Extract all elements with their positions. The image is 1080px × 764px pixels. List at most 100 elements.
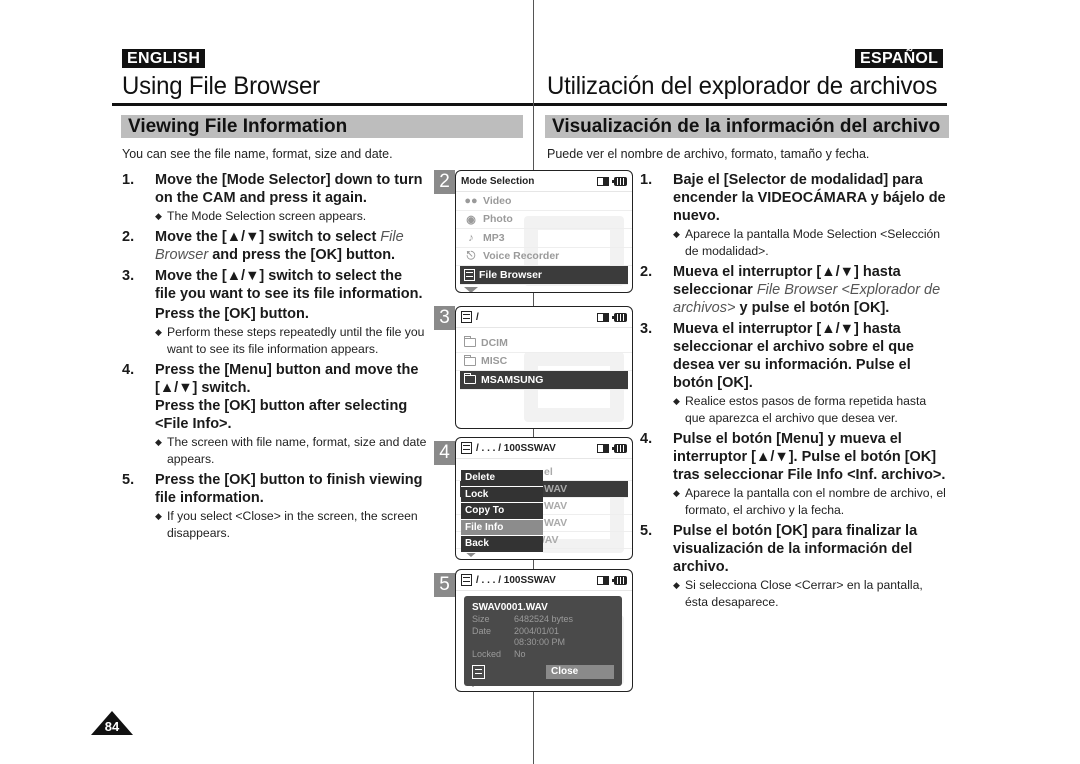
battery-icon bbox=[612, 575, 627, 585]
menu-item-file-browser[interactable]: File Browser bbox=[460, 266, 628, 285]
file-info-screen: / . . . / 100SSWAV SWAV0001.WAV Size 6482… bbox=[455, 569, 633, 692]
page-number: 84 bbox=[104, 719, 120, 734]
step-note: Aparece la pantalla con el nombre de arc… bbox=[673, 485, 946, 519]
menu-item-video[interactable]: ●● Video bbox=[456, 192, 632, 211]
memory-card-icon bbox=[597, 443, 609, 453]
page-number-badge: 84 bbox=[91, 711, 133, 735]
title-rule bbox=[534, 103, 947, 106]
folder-item[interactable]: DCIM bbox=[456, 334, 632, 353]
menu-item-mp3[interactable]: ♪ MP3 bbox=[456, 229, 632, 248]
step: 4. Press the [Menu] button and move the … bbox=[122, 361, 427, 471]
memory-card-icon bbox=[597, 176, 609, 186]
step: 1. Move the [Mode Selector] down to turn… bbox=[122, 171, 427, 228]
step-text: Press the [OK] button after selecting <F… bbox=[155, 398, 408, 432]
menu-item-file-info[interactable]: File Info bbox=[461, 519, 543, 536]
step-text-part: y pulse el botón [OK]. bbox=[735, 300, 890, 316]
step: 3. Move the [▲/▼] switch to select the f… bbox=[122, 267, 427, 361]
step-number: 4. bbox=[122, 362, 135, 378]
music-note-icon: ♪ bbox=[468, 231, 474, 244]
step-text: Press the [OK] button. bbox=[155, 306, 309, 322]
date-value: 2004/01/01 bbox=[514, 625, 560, 636]
breadcrumb-path: / . . . / 100SSWAV bbox=[476, 574, 556, 586]
step: 5. Pulse el botón [OK] para finalizar la… bbox=[640, 522, 946, 614]
folder-label: MISC bbox=[481, 355, 508, 368]
file-label: WAV bbox=[544, 517, 568, 529]
menu-item-photo[interactable]: ◉ Photo bbox=[456, 211, 632, 229]
file-icon bbox=[464, 268, 475, 281]
step-text-part: and press the [OK] button. bbox=[208, 247, 396, 263]
menu-item-label: Photo bbox=[483, 213, 513, 226]
file-icon bbox=[461, 574, 472, 586]
step: 3. Mueva el interruptor [▲/▼] hasta sele… bbox=[640, 320, 946, 430]
step: 2. Move the [▲/▼] switch to select File … bbox=[122, 228, 427, 267]
menu-item-back[interactable]: Back bbox=[461, 536, 543, 553]
folder-icon bbox=[464, 373, 476, 385]
menu-item-copy-to[interactable]: Copy To bbox=[461, 503, 543, 520]
step-number: 4. bbox=[640, 431, 653, 447]
locked-value: No bbox=[514, 648, 526, 659]
steps-english: 1. Move the [Mode Selector] down to turn… bbox=[122, 171, 427, 545]
menu-item-voice-recorder[interactable]: ⎋ Voice Recorder bbox=[456, 248, 632, 266]
mode-selection-screen: Mode Selection ●● Video ◉ Photo ♪ MP3 ⎋ Voic… bbox=[455, 170, 633, 293]
size-value: 6482524 bytes bbox=[514, 614, 574, 624]
battery-icon bbox=[612, 443, 627, 453]
step-note: If you select <Close> in the screen, the… bbox=[155, 508, 427, 542]
close-button[interactable]: Close bbox=[546, 665, 614, 679]
step-text: Press the [Menu] button and move the [▲/… bbox=[155, 362, 419, 396]
section-heading-english: Viewing File Information bbox=[121, 115, 523, 138]
file-icon bbox=[461, 311, 472, 323]
step-text: Pulse el botón [OK] para finalizar la vi… bbox=[673, 523, 918, 575]
camera-icon: ◉ bbox=[466, 213, 476, 226]
step-text: Move the [▲/▼] switch to select File Bro… bbox=[155, 228, 427, 264]
file-info-dialog: SWAV0001.WAV Size 6482524 bytes Date 2004/… bbox=[464, 596, 622, 686]
folder-item-selected[interactable]: MSAMSUNG bbox=[460, 371, 628, 390]
step: 5. Press the [OK] button to finish viewi… bbox=[122, 471, 427, 545]
steps-spanish: 1. Baje el [Selector de modalidad] para … bbox=[640, 171, 946, 614]
screen-number: 2 bbox=[434, 170, 455, 194]
video-camera-icon: ●● bbox=[464, 194, 478, 207]
memory-card-icon bbox=[597, 575, 609, 585]
section-heading-spanish: Visualización de la información del arch… bbox=[545, 115, 949, 138]
step-text: Baje el [Selector de modalidad] para enc… bbox=[673, 172, 946, 224]
screen-number: 5 bbox=[434, 573, 455, 597]
file-label: el bbox=[544, 466, 553, 478]
step-number: 1. bbox=[640, 172, 653, 188]
step-text: Press the [OK] button to finish viewing … bbox=[155, 472, 423, 506]
document-icon bbox=[472, 665, 485, 679]
menu-item-label: MP3 bbox=[483, 231, 505, 244]
language-badge-spanish: ESPAÑOL bbox=[855, 49, 944, 68]
intro-spanish: Puede ver el nombre de archivo, formato,… bbox=[547, 147, 870, 161]
file-label: WAV bbox=[544, 483, 568, 495]
step-note: The Mode Selection screen appears. bbox=[155, 208, 427, 225]
menu-item-delete[interactable]: Delete bbox=[461, 470, 543, 487]
folder-label: DCIM bbox=[481, 336, 508, 349]
screen-number: 4 bbox=[434, 441, 455, 465]
folder-label: MSAMSUNG bbox=[481, 373, 544, 386]
scroll-down-icon[interactable] bbox=[464, 286, 478, 292]
memory-card-icon bbox=[597, 312, 609, 322]
step-text: Mueva el interruptor [▲/▼] hasta selecci… bbox=[673, 263, 946, 317]
language-badge-english: ENGLISH bbox=[122, 49, 206, 68]
time-value: 08:30:00 PM bbox=[514, 637, 566, 647]
locked-label: Locked bbox=[472, 648, 502, 659]
title-rule bbox=[112, 103, 533, 106]
step-number: 3. bbox=[640, 321, 653, 337]
menu-item-lock[interactable]: Lock bbox=[461, 486, 543, 503]
step-note: Perform these steps repeatedly until the… bbox=[155, 324, 427, 358]
microphone-icon: ⎋ bbox=[466, 249, 476, 262]
folder-icon bbox=[464, 336, 476, 348]
step-number: 1. bbox=[122, 172, 135, 188]
step-number: 5. bbox=[640, 523, 653, 539]
file-icon bbox=[461, 442, 472, 454]
step: 2. Mueva el interruptor [▲/▼] hasta sele… bbox=[640, 263, 946, 320]
step-number: 5. bbox=[122, 472, 135, 488]
step: 1. Baje el [Selector de modalidad] para … bbox=[640, 171, 946, 263]
step-text: Mueva el interruptor [▲/▼] hasta selecci… bbox=[673, 321, 914, 391]
breadcrumb-path: / bbox=[476, 311, 479, 323]
step-number: 2. bbox=[122, 229, 135, 245]
step-note: Realice estos pasos de forma repetida ha… bbox=[673, 393, 946, 427]
folder-item[interactable]: MISC bbox=[456, 353, 632, 371]
step-text: Pulse el botón [Menu] y mueva el interru… bbox=[673, 431, 946, 483]
page-title-english: Using File Browser bbox=[122, 72, 320, 100]
step-text: Move the [Mode Selector] down to turn on… bbox=[155, 172, 423, 206]
